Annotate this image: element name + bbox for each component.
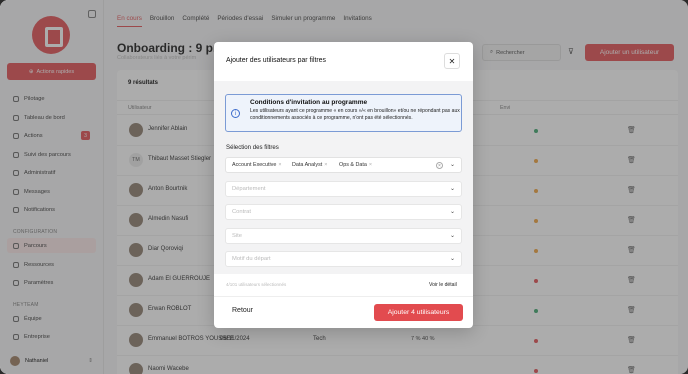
app-window: ⊕ Actions rapides Pilotage Tableau de bo…: [0, 0, 688, 374]
site-dropdown[interactable]: Site ⌄: [225, 228, 462, 244]
dropdown-placeholder: Département: [232, 186, 266, 192]
back-button[interactable]: Retour: [232, 307, 253, 314]
department-dropdown[interactable]: Département ⌄: [225, 181, 462, 197]
chevron-down-icon: ⌄: [449, 233, 455, 239]
filter-chip[interactable]: Account Executive ×: [232, 162, 282, 168]
chip-label: Ops & Data: [339, 162, 367, 168]
dropdown-placeholder: Site: [232, 233, 242, 239]
clear-icon[interactable]: ×: [436, 162, 443, 169]
selection-count: 4/101 utilisateurs sélectionnés: [226, 282, 287, 287]
info-banner: i Conditions d'invitation au programme L…: [225, 94, 462, 132]
filter-chip[interactable]: Ops & Data ×: [339, 162, 372, 168]
info-icon: i: [231, 109, 240, 118]
departure-reason-dropdown[interactable]: Motif du départ ⌄: [225, 251, 462, 267]
add-users-confirm-button[interactable]: Ajouter 4 utilisateurs: [374, 304, 463, 321]
add-users-modal: Ajouter des utilisateurs par filtres ✕ i…: [214, 42, 473, 328]
remove-chip-icon[interactable]: ×: [369, 162, 372, 168]
info-text: Les utilisateurs ayant ce programme « en…: [250, 108, 460, 121]
chip-label: Account Executive: [232, 162, 277, 168]
close-icon[interactable]: ✕: [444, 53, 460, 69]
contract-dropdown[interactable]: Contrat ⌄: [225, 204, 462, 220]
filter-chip[interactable]: Data Analyst ×: [292, 162, 327, 168]
chevron-down-icon: ⌄: [449, 186, 455, 192]
see-detail-link[interactable]: Voir le détail: [429, 282, 457, 288]
chevron-down-icon: ⌄: [449, 256, 455, 262]
chevron-down-icon: ⌄: [449, 209, 455, 215]
dropdown-placeholder: Contrat: [232, 209, 252, 215]
chevron-down-icon[interactable]: ⌄: [450, 161, 455, 168]
remove-chip-icon[interactable]: ×: [324, 162, 327, 168]
filter-selection-label: Sélection des filtres: [226, 144, 279, 151]
remove-chip-icon[interactable]: ×: [278, 162, 281, 168]
chip-label: Data Analyst: [292, 162, 323, 168]
info-title: Conditions d'invitation au programme: [250, 99, 368, 106]
divider: [214, 296, 473, 297]
modal-body: i Conditions d'invitation au programme L…: [214, 81, 473, 274]
job-filter-multiselect[interactable]: Account Executive × Data Analyst × Ops & D…: [225, 157, 462, 173]
modal-title: Ajouter des utilisateurs par filtres: [226, 57, 326, 64]
dropdown-placeholder: Motif du départ: [232, 256, 271, 262]
